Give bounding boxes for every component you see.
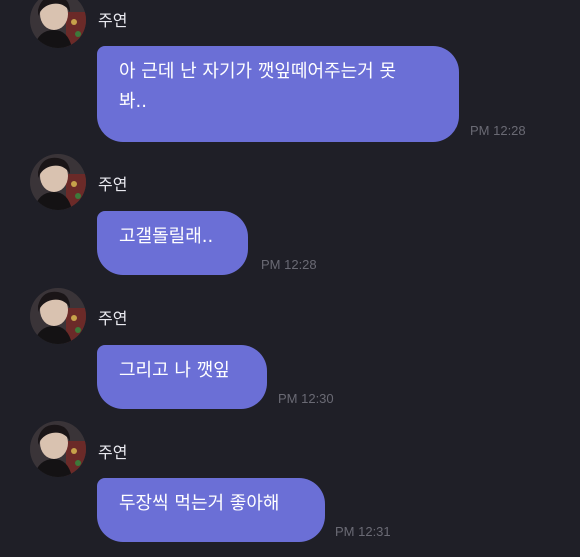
profile-photo-icon <box>30 154 86 210</box>
avatar[interactable] <box>30 288 86 344</box>
profile-photo-icon <box>30 0 86 48</box>
message-timestamp: PM 12:28 <box>470 123 526 138</box>
chat-message-list[interactable]: 주연 아 근데 난 자기가 깻잎떼어주는거 못 봐.. PM 12:28 주연 … <box>0 0 580 557</box>
avatar[interactable] <box>30 0 86 48</box>
sender-name: 주연 <box>98 11 128 30</box>
sender-name: 주연 <box>98 443 128 462</box>
avatar[interactable] <box>30 421 86 477</box>
message-bubble[interactable]: 아 근데 난 자기가 깻잎떼어주는거 못 봐.. <box>97 46 459 142</box>
message-bubble[interactable]: 두장씩 먹는거 좋아해 <box>97 478 325 542</box>
profile-photo-icon <box>30 421 86 477</box>
message-timestamp: PM 12:31 <box>335 524 391 539</box>
message-timestamp: PM 12:30 <box>278 391 334 406</box>
avatar[interactable] <box>30 154 86 210</box>
message-bubble[interactable]: 고갤돌릴래.. <box>97 211 248 275</box>
message-timestamp: PM 12:28 <box>261 257 317 272</box>
profile-photo-icon <box>30 288 86 344</box>
sender-name: 주연 <box>98 309 128 328</box>
message-bubble[interactable]: 그리고 나 깻잎 <box>97 345 267 409</box>
sender-name: 주연 <box>98 175 128 194</box>
